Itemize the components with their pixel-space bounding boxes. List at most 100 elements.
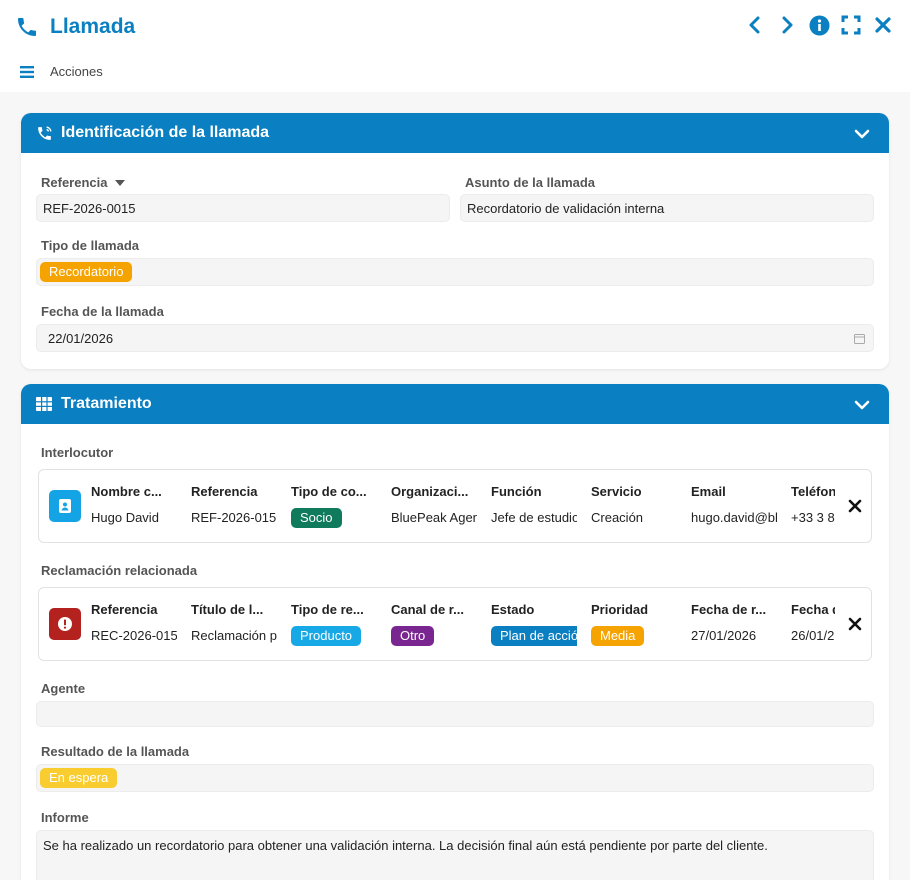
call-window: Llamada Acciones Identificación de la ll… <box>0 0 910 880</box>
asunto-label: Asunto de la llamada <box>465 175 596 190</box>
informe-label: Informe <box>41 810 89 825</box>
column-header[interactable]: Estado <box>491 602 577 617</box>
reclamacion-column: Referencia REC-2026-0155 <box>91 588 177 660</box>
hamburger-icon <box>20 65 34 78</box>
contact-card-icon <box>49 490 81 522</box>
cell-badge: Media <box>591 626 645 646</box>
asunto-field[interactable]: Recordatorio de validación interna <box>460 194 874 222</box>
referencia-field[interactable]: REF-2026-0015 <box>36 194 450 222</box>
fecha-field[interactable]: 22/01/2026 <box>36 324 874 352</box>
agente-label: Agente <box>41 681 86 696</box>
phone-icon <box>14 14 40 40</box>
interlocutor-column: Teléfon +33 3 8 <box>791 470 835 542</box>
interlocutor-column: Tipo de co... Socio <box>291 470 377 542</box>
window-title: Llamada <box>50 15 136 38</box>
section-identificacion: Identificación de la llamada Referencia … <box>21 113 889 369</box>
section-identificacion-header[interactable]: Identificación de la llamada <box>21 113 889 153</box>
cell-value: REF-2026-0159 <box>191 510 277 525</box>
agente-field[interactable] <box>36 701 874 727</box>
column-header[interactable]: Tipo de re... <box>291 602 377 617</box>
fecha-label: Fecha de la llamada <box>41 304 164 319</box>
expand-icon <box>841 15 861 35</box>
referencia-label: Referencia <box>41 175 126 190</box>
table-icon <box>35 395 53 413</box>
cell-value: hugo.david@bluepeak.fr <box>691 510 777 525</box>
phone-volume-icon <box>35 124 53 142</box>
tipo-field[interactable]: Recordatorio <box>36 258 874 286</box>
reclamacion-column: Título de l... Reclamación por <box>191 588 277 660</box>
cell-value: Reclamación por <box>191 628 277 643</box>
reclamacion-column: Estado Plan de acción <box>491 588 577 660</box>
actions-label: Acciones <box>50 64 103 79</box>
chevron-right-icon <box>782 16 793 34</box>
cell-badge: Plan de acción <box>491 626 577 646</box>
close-icon <box>875 17 891 33</box>
chevron-left-icon <box>749 16 760 34</box>
interlocutor-card[interactable]: Nombre c... Hugo David Referencia REF-2026-… <box>38 469 872 543</box>
column-header[interactable]: Prioridad <box>591 602 677 617</box>
column-header[interactable]: Nombre c... <box>91 484 177 499</box>
fecha-value: 22/01/2026 <box>48 330 114 346</box>
column-header[interactable]: Canal de r... <box>391 602 477 617</box>
cell-badge: Otro <box>391 626 435 646</box>
cell-value: 26/01/2 <box>791 628 835 643</box>
cell-value: BluePeak Agency <box>391 510 477 525</box>
section-identificacion-title: Identificación de la llamada <box>61 124 270 141</box>
reclamacion-column: Fecha d 26/01/2 <box>791 588 835 660</box>
cell-badge: Socio <box>291 508 342 528</box>
cell-value: Plan de acción <box>491 626 577 649</box>
cell-value: +33 3 8 <box>791 510 835 525</box>
interlocutor-column: Email hugo.david@bluepeak.fr <box>691 470 777 542</box>
fullscreen-button[interactable] <box>840 14 862 36</box>
alert-card-icon <box>49 608 81 640</box>
column-header[interactable]: Título de l... <box>191 602 277 617</box>
tipo-badge: Recordatorio <box>40 262 133 282</box>
cell-value: Producto <box>291 626 377 649</box>
informe-field[interactable]: Se ha realizado un recordatorio para obt… <box>36 830 874 880</box>
cell-value: Otro <box>391 626 477 649</box>
column-header[interactable]: Fecha de r... <box>691 602 777 617</box>
tipo-label: Tipo de llamada <box>41 238 140 253</box>
column-header[interactable]: Teléfon <box>791 484 835 499</box>
calendar-icon[interactable] <box>854 333 865 344</box>
close-button[interactable] <box>872 14 894 36</box>
column-header[interactable]: Tipo de co... <box>291 484 377 499</box>
interlocutor-column: Función Jefe de estudios <box>491 470 577 542</box>
info-button[interactable] <box>808 14 830 36</box>
resultado-field[interactable]: En espera <box>36 764 874 792</box>
column-header[interactable]: Fecha d <box>791 602 835 617</box>
window-actions <box>744 14 894 36</box>
column-header[interactable]: Referencia <box>191 484 277 499</box>
column-header[interactable]: Organizaci... <box>391 484 477 499</box>
info-icon <box>809 15 829 35</box>
section-tratamiento-title: Tratamiento <box>61 395 152 412</box>
cell-value: REC-2026-0155 <box>91 628 177 643</box>
cell-value: Media <box>591 626 677 649</box>
reclamacion-card[interactable]: Referencia REC-2026-0155 Título de l... Rec… <box>38 587 872 661</box>
remove-interlocutor-icon[interactable] <box>847 498 863 514</box>
section-tratamiento: Tratamiento Interlocutor Nombre c... Hugo… <box>21 384 889 880</box>
referencia-label-text: Referencia <box>41 175 108 190</box>
reclamacion-column: Tipo de re... Producto <box>291 588 377 660</box>
column-header[interactable]: Servicio <box>591 484 677 499</box>
previous-button[interactable] <box>744 14 766 36</box>
cell-badge: Producto <box>291 626 362 646</box>
column-header[interactable]: Email <box>691 484 777 499</box>
remove-reclamacion-icon[interactable] <box>847 616 863 632</box>
cell-value: Hugo David <box>91 510 159 525</box>
chevron-down-icon[interactable] <box>853 125 871 143</box>
next-button[interactable] <box>776 14 798 36</box>
section-tratamiento-header[interactable]: Tratamiento <box>21 384 889 424</box>
reclamacion-column: Fecha de r... 27/01/2026 <box>691 588 777 660</box>
actions-menu[interactable]: Acciones <box>20 64 103 79</box>
cell-value: 27/01/2026 <box>691 628 757 643</box>
cell-value: Creación <box>591 510 644 525</box>
column-header[interactable]: Función <box>491 484 577 499</box>
reclamacion-column: Canal de r... Otro <box>391 588 477 660</box>
caret-down-icon[interactable] <box>115 179 126 186</box>
chevron-down-icon[interactable] <box>853 396 871 414</box>
interlocutor-column: Nombre c... Hugo David <box>91 470 177 542</box>
column-header[interactable]: Referencia <box>91 602 177 617</box>
interlocutor-column: Organizaci... BluePeak Agency <box>391 470 477 542</box>
interlocutor-column: Servicio Creación <box>591 470 677 542</box>
